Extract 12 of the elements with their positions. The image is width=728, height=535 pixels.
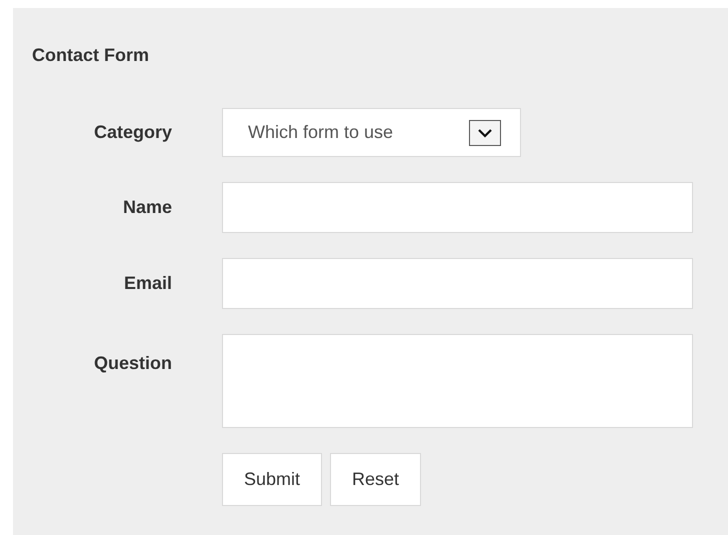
field-label: Question <box>94 353 172 373</box>
category-dropdown[interactable]: Which form to use <box>222 108 521 157</box>
question-field[interactable] <box>222 334 693 428</box>
text-field[interactable] <box>222 182 693 233</box>
form-title: Contact Form <box>32 44 149 67</box>
form-button[interactable]: Submit <box>222 453 322 506</box>
form-button[interactable]: Reset <box>330 453 422 506</box>
chevron-down-icon[interactable] <box>469 120 501 146</box>
field-label: Email <box>124 273 172 293</box>
text-field[interactable] <box>222 258 693 309</box>
field-label: Name <box>122 197 172 217</box>
field-label: Category <box>94 122 172 142</box>
